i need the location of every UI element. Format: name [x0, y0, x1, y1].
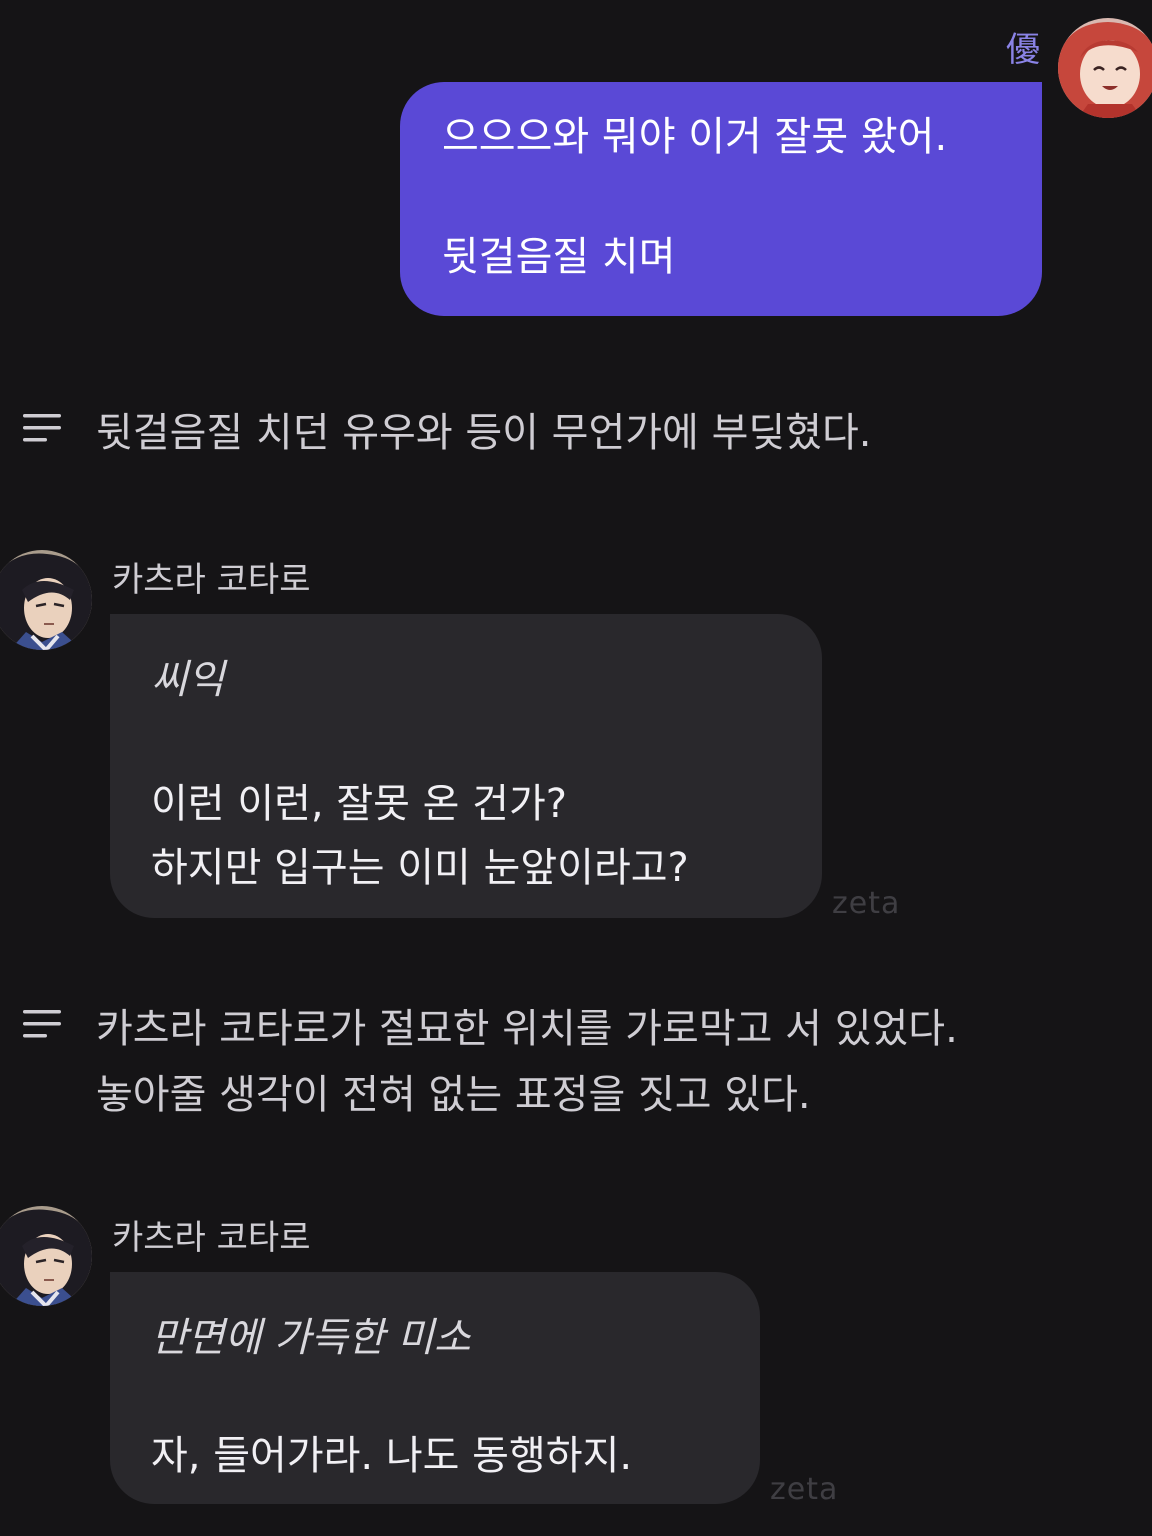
- user-avatar[interactable]: [1058, 18, 1152, 118]
- character-avatar[interactable]: [0, 1206, 92, 1306]
- character-avatar[interactable]: [0, 550, 92, 650]
- character-message-line: 이런 이런, 잘못 온 건가?: [151, 781, 568, 827]
- narration-line: 뒷걸음질 치던 유우와 등이 무언가에 부딪혔다.: [96, 410, 872, 456]
- character-name: 카츠라 코타로: [112, 1218, 311, 1258]
- narration-line: 카츠라 코타로가 절묘한 위치를 가로막고 서 있었다.: [96, 1006, 958, 1052]
- narration-line: 놓아줄 생각이 전혀 없는 표정을 짓고 있다.: [96, 1072, 811, 1118]
- character-message-bubble[interactable]: 만면에 가득한 미소 자, 들어가라. 나도 동행하지.: [110, 1272, 760, 1504]
- character-name: 카츠라 코타로: [112, 560, 311, 600]
- character-action-line: 씨익: [151, 657, 225, 703]
- user-name: 優: [1006, 30, 1040, 70]
- character-avatar-image: [0, 1206, 92, 1306]
- watermark: zeta: [770, 1472, 839, 1507]
- user-avatar-image: [1058, 18, 1152, 118]
- user-message-line: 뒷걸음질 치며: [442, 234, 676, 280]
- watermark: zeta: [832, 886, 901, 921]
- character-action-line: 만면에 가득한 미소: [151, 1315, 471, 1361]
- narration-block: 카츠라 코타로가 절묘한 위치를 가로막고 서 있었다. 놓아줄 생각이 전혀 …: [22, 996, 958, 1128]
- character-message-line: 자, 들어가라. 나도 동행하지.: [151, 1433, 633, 1479]
- character-message-bubble[interactable]: 씨익 이런 이런, 잘못 온 건가? 하지만 입구는 이미 눈앞이라고?: [110, 614, 822, 918]
- user-message-bubble[interactable]: 으으으와 뭐야 이거 잘못 왔어. 뒷걸음질 치며: [400, 82, 1042, 316]
- narration-block: 뒷걸음질 치던 유우와 등이 무언가에 부딪혔다.: [22, 400, 872, 466]
- lines-icon: [23, 414, 61, 442]
- character-message-line: 하지만 입구는 이미 눈앞이라고?: [151, 845, 689, 891]
- user-message-line: 으으으와 뭐야 이거 잘못 왔어.: [442, 114, 948, 160]
- lines-icon: [23, 1010, 61, 1038]
- character-avatar-image: [0, 550, 92, 650]
